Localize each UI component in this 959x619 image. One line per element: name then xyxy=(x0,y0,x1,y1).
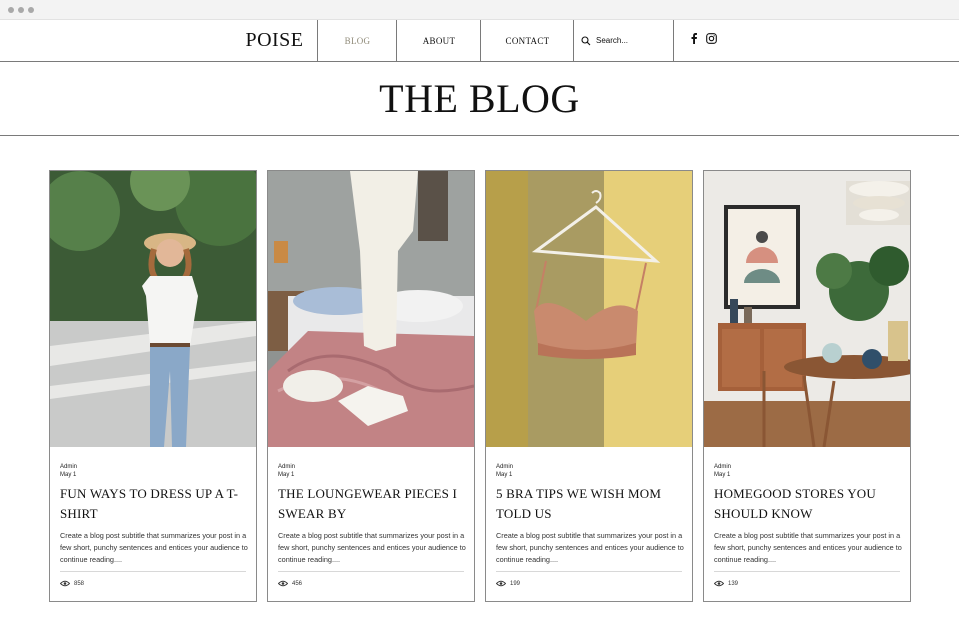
blog-post-card[interactable]: Admin May 1 HOMEGOOD STORES YOU SHOULD K… xyxy=(703,170,911,602)
post-cover-image[interactable] xyxy=(268,171,474,447)
post-excerpt: Create a blog post subtitle that summari… xyxy=(278,531,466,564)
social-links xyxy=(688,33,717,44)
window-dot-icon xyxy=(28,7,34,13)
blog-post-card[interactable]: Admin May 1 5 BRA TIPS WE WISH MOM TOLD … xyxy=(485,170,693,602)
card-divider xyxy=(60,571,246,572)
site-header: POISE BLOG ABOUT CONTACT xyxy=(0,20,959,62)
blog-post-card[interactable]: Admin May 1 THE LOUNGEWEAR PIECES I SWEA… xyxy=(267,170,475,602)
eye-icon xyxy=(714,580,724,587)
post-author[interactable]: Admin xyxy=(496,463,513,471)
post-meta: Admin May 1 xyxy=(60,463,77,479)
post-title[interactable]: THE LOUNGEWEAR PIECES I SWEAR BY xyxy=(278,484,466,524)
eye-icon xyxy=(496,580,506,587)
post-cover-image[interactable] xyxy=(704,171,910,447)
eye-icon xyxy=(278,580,288,587)
search-input[interactable] xyxy=(596,36,666,45)
post-excerpt: Create a blog post subtitle that summari… xyxy=(714,531,902,564)
post-views: 199 xyxy=(496,580,520,587)
site-logo[interactable]: POISE xyxy=(232,20,317,61)
page-hero: THE BLOG xyxy=(0,62,959,136)
post-date: May 1 xyxy=(60,472,77,478)
search-icon[interactable] xyxy=(581,35,591,46)
post-author[interactable]: Admin xyxy=(278,463,295,471)
post-views: 456 xyxy=(278,580,302,587)
card-divider xyxy=(496,571,682,572)
facebook-icon[interactable] xyxy=(688,33,699,44)
search-box[interactable] xyxy=(573,20,674,61)
post-date: May 1 xyxy=(278,472,295,478)
eye-icon xyxy=(60,580,70,587)
views-count: 858 xyxy=(74,580,85,587)
nav-item-contact[interactable]: CONTACT xyxy=(480,20,574,61)
post-date: May 1 xyxy=(496,472,513,478)
post-cover-image[interactable] xyxy=(50,171,256,447)
post-views: 139 xyxy=(714,580,738,587)
post-date: May 1 xyxy=(714,472,731,478)
nav-item-blog[interactable]: BLOG xyxy=(317,20,397,61)
window-dot-icon xyxy=(18,7,24,13)
page-title: THE BLOG xyxy=(379,76,580,121)
post-views: 858 xyxy=(60,580,84,587)
browser-chrome xyxy=(0,0,959,20)
card-divider xyxy=(278,571,464,572)
nav-item-about[interactable]: ABOUT xyxy=(396,20,481,61)
post-title[interactable]: 5 BRA TIPS WE WISH MOM TOLD US xyxy=(496,484,684,524)
views-count: 139 xyxy=(728,580,739,587)
post-excerpt: Create a blog post subtitle that summari… xyxy=(60,531,248,564)
post-author[interactable]: Admin xyxy=(714,463,731,471)
post-title[interactable]: FUN WAYS TO DRESS UP A T-SHIRT xyxy=(60,484,248,524)
views-count: 199 xyxy=(510,580,521,587)
card-divider xyxy=(714,571,900,572)
post-meta: Admin May 1 xyxy=(496,463,513,479)
views-count: 456 xyxy=(292,580,303,587)
post-meta: Admin May 1 xyxy=(714,463,731,479)
post-meta: Admin May 1 xyxy=(278,463,295,479)
instagram-icon[interactable] xyxy=(706,33,717,44)
post-title[interactable]: HOMEGOOD STORES YOU SHOULD KNOW xyxy=(714,484,902,524)
window-dot-icon xyxy=(8,7,14,13)
post-author[interactable]: Admin xyxy=(60,463,77,471)
post-excerpt: Create a blog post subtitle that summari… xyxy=(496,531,684,564)
post-cover-image[interactable] xyxy=(486,171,692,447)
blog-post-card[interactable]: Admin May 1 FUN WAYS TO DRESS UP A T-SHI… xyxy=(49,170,257,602)
